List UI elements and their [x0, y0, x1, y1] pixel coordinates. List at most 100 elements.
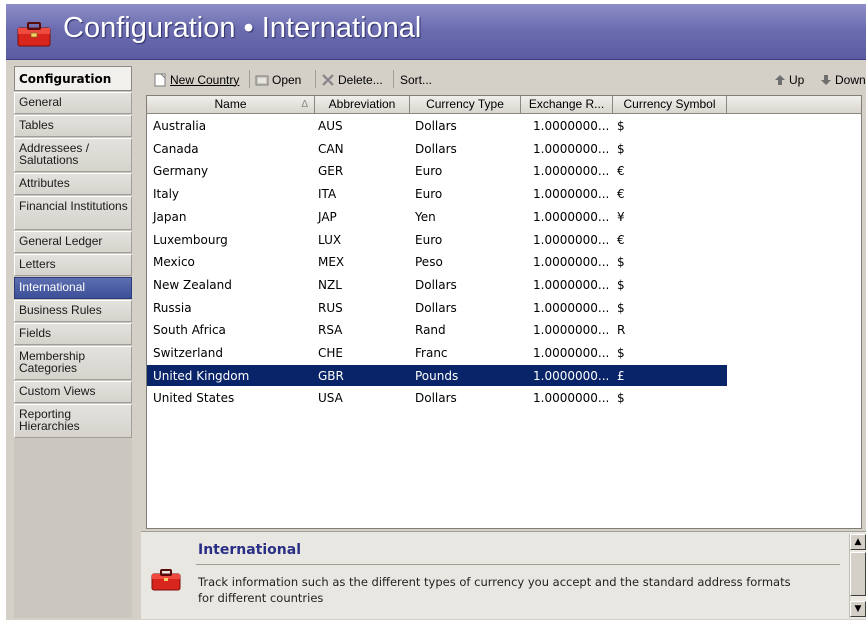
column-header-name[interactable]: Name Δ — [147, 96, 315, 114]
scroll-down-button[interactable]: ▼ — [850, 601, 866, 617]
table-row[interactable]: United States USA Dollars 1.0000000... $ — [147, 387, 727, 408]
cell-currency-symbol: $ — [617, 346, 625, 360]
table-row[interactable]: United Kingdom GBR Pounds 1.0000000... £ — [147, 364, 727, 386]
sidebar-item-tables[interactable]: Tables — [14, 115, 132, 137]
sidebar-item-custom-views[interactable]: Custom Views — [14, 381, 132, 403]
cell-exchange-rate: 1.0000000... — [533, 391, 610, 406]
page-title: Configuration • International — [63, 12, 422, 44]
countries-grid[interactable]: Name Δ Abbreviation Currency Type Exchan… — [146, 95, 862, 529]
cell-name: Mexico — [153, 255, 195, 270]
move-up-button[interactable]: Up — [774, 70, 804, 89]
cell-currency-type: Dollars — [415, 277, 457, 292]
column-header-abbreviation[interactable]: Abbreviation — [315, 96, 410, 114]
delete-button[interactable]: Delete... — [321, 70, 383, 89]
cell-currency-type: Pounds — [415, 368, 459, 383]
arrow-down-icon — [821, 74, 831, 85]
sort-label: Sort... — [400, 72, 433, 87]
move-down-button[interactable]: Down — [820, 70, 866, 89]
sidebar-item-business-rules[interactable]: Business Rules — [14, 300, 132, 322]
cell-exchange-rate: 1.0000000... — [533, 323, 610, 338]
cell-currency-type: Rand — [415, 323, 446, 338]
cell-currency-type: Dollars — [415, 391, 457, 406]
cell-abbreviation: ITA — [318, 187, 337, 202]
cell-currency-symbol: € — [617, 187, 625, 202]
sidebar-item-general[interactable]: General — [14, 92, 132, 114]
sidebar-item-addressees-salutations[interactable]: Addressees / Salutations — [14, 138, 132, 172]
cell-name: United States — [153, 391, 235, 406]
open-button[interactable]: Open — [255, 70, 301, 89]
cell-currency-symbol: € — [617, 164, 625, 179]
sidebar-item-letters[interactable]: Letters — [14, 254, 132, 276]
cell-name: United Kingdom — [153, 368, 250, 383]
table-row[interactable]: Italy ITA Euro 1.0000000... € — [147, 183, 727, 204]
cell-currency-symbol: ¥ — [617, 209, 625, 224]
info-title: International — [198, 542, 302, 558]
table-row[interactable]: New Zealand NZL Dollars 1.0000000... $ — [147, 274, 727, 295]
cell-exchange-rate: 1.0000000... — [533, 187, 610, 202]
sidebar-items: General Tables Addressees / Salutations Att… — [14, 92, 132, 438]
delete-icon — [322, 73, 334, 86]
cell-abbreviation: GER — [318, 164, 344, 179]
cell-currency-type: Yen — [415, 209, 436, 224]
sidebar-item-attributes[interactable]: Attributes — [14, 173, 132, 195]
toolbar: New Country Open Delete... Sort... Up Do… — [143, 67, 866, 91]
table-row[interactable]: Germany GER Euro 1.0000000... € — [147, 160, 727, 181]
table-row[interactable]: Switzerland CHE Franc 1.0000000... $ — [147, 342, 727, 363]
cell-abbreviation: NZL — [318, 277, 342, 292]
cell-name: Japan — [153, 209, 187, 224]
cell-currency-symbol: $ — [617, 277, 625, 292]
cell-exchange-rate: 1.0000000... — [533, 255, 610, 270]
cell-exchange-rate: 1.0000000... — [533, 209, 610, 224]
cell-name: South Africa — [153, 323, 226, 338]
cell-currency-symbol: $ — [617, 300, 625, 315]
new-country-button[interactable]: New Country — [153, 70, 239, 89]
cell-name: New Zealand — [153, 277, 232, 292]
sort-button[interactable]: Sort... — [400, 70, 432, 89]
cell-abbreviation: RUS — [318, 300, 343, 315]
sidebar-item-reporting-hierarchies[interactable]: Reporting Hierarchies — [14, 404, 132, 438]
cell-abbreviation: RSA — [318, 323, 343, 338]
column-header-currency-type[interactable]: Currency Type — [410, 96, 521, 114]
cell-name: Germany — [153, 164, 209, 179]
cell-abbreviation: CAN — [318, 141, 344, 156]
toolbar-separator — [393, 70, 394, 88]
sidebar-item-membership-categories[interactable]: Membership Categories — [14, 346, 132, 380]
cell-name: Australia — [153, 119, 207, 133]
sidebar-item-general-ledger[interactable]: General Ledger — [14, 231, 132, 253]
sidebar: Configuration General Tables Addressees / … — [14, 66, 132, 618]
scroll-thumb[interactable] — [850, 552, 866, 596]
toolbox-icon — [151, 569, 181, 591]
cell-abbreviation: GBR — [318, 368, 344, 383]
table-row[interactable]: Japan JAP Yen 1.0000000... ¥ — [147, 206, 727, 227]
table-row[interactable]: Russia RUS Dollars 1.0000000... $ — [147, 297, 727, 318]
cell-currency-symbol: £ — [617, 368, 625, 383]
sidebar-item-financial-institutions[interactable]: Financial Institutions — [14, 196, 132, 230]
table-row[interactable]: Mexico MEX Peso 1.0000000... $ — [147, 251, 727, 272]
open-label: Open — [272, 72, 302, 87]
cell-currency-symbol: $ — [617, 255, 625, 270]
table-row[interactable]: Canada CAN Dollars 1.0000000... $ — [147, 138, 727, 159]
sidebar-item-fields[interactable]: Fields — [14, 323, 132, 345]
delete-label: Delete... — [338, 72, 383, 87]
column-header-currency-symbol[interactable]: Currency Symbol — [613, 96, 727, 114]
cell-exchange-rate: 1.0000000... — [533, 119, 610, 133]
cell-name: Canada — [153, 141, 199, 156]
cell-currency-type: Dollars — [415, 119, 457, 133]
info-divider — [196, 564, 840, 565]
info-scrollbar[interactable]: ▲ ▼ — [849, 534, 866, 618]
toolbar-separator — [315, 70, 316, 88]
cell-exchange-rate: 1.0000000... — [533, 368, 610, 383]
column-header-exchange-rate[interactable]: Exchange R... — [521, 96, 613, 114]
cell-abbreviation: JAP — [318, 209, 337, 224]
sidebar-heading[interactable]: Configuration — [14, 66, 132, 91]
application-window: Configuration • International Configurat… — [6, 4, 866, 620]
table-row[interactable]: South Africa RSA Rand 1.0000000... R — [147, 319, 727, 340]
table-row[interactable]: Luxembourg LUX Euro 1.0000000... € — [147, 229, 727, 250]
scroll-up-button[interactable]: ▲ — [850, 534, 866, 550]
open-icon — [255, 75, 269, 85]
toolbox-icon — [17, 22, 51, 47]
sidebar-item-international[interactable]: International — [14, 277, 132, 299]
cell-currency-type: Franc — [415, 346, 448, 360]
table-row[interactable]: Australia AUS Dollars 1.0000000... $ — [147, 115, 727, 136]
cell-exchange-rate: 1.0000000... — [533, 346, 610, 360]
